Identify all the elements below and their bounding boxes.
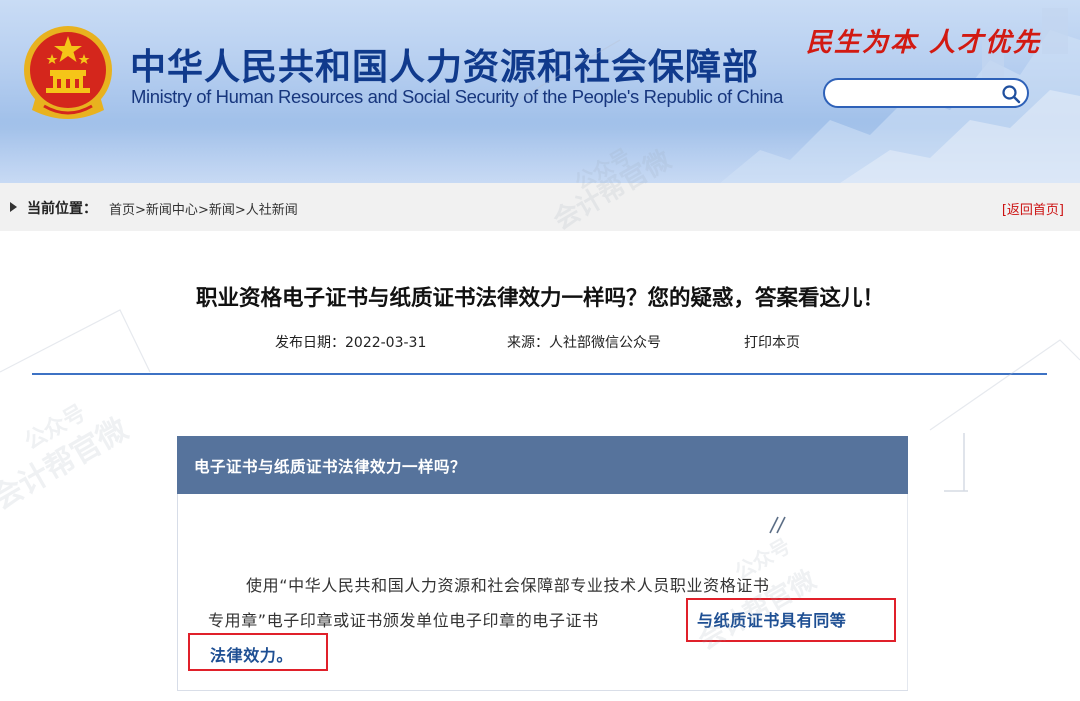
- breadcrumb-separator: >: [135, 203, 146, 218]
- site-subtitle: Ministry of Human Resources and Social S…: [131, 86, 783, 107]
- watermark-text: 公众号: [21, 401, 91, 456]
- question-banner: 电子证书与纸质证书法律效力一样吗？: [177, 436, 908, 494]
- question-text: 电子证书与纸质证书法律效力一样吗？: [194, 458, 467, 476]
- answer-text-line-2: 专用章”电子印章或证书颁发单位电子印章的电子证书: [208, 611, 599, 630]
- highlight-box-1: [686, 598, 896, 642]
- answer-box-bottom-border: [177, 690, 908, 691]
- breadcrumb-bar: 当前位置： 首页>新闻中心>新闻>人社新闻 [返回首页]: [0, 183, 1080, 231]
- breadcrumb-item-news[interactable]: 新闻: [209, 203, 235, 218]
- highlight-box-2: [188, 633, 328, 671]
- decorative-slash-icon: [769, 516, 786, 534]
- title-divider: [32, 373, 1047, 375]
- breadcrumb-separator: >: [197, 203, 209, 218]
- site-title: 中华人民共和国人力资源和社会保障部: [130, 47, 760, 88]
- search-icon[interactable]: [1001, 84, 1021, 104]
- print-page-link[interactable]: 打印本页: [744, 332, 800, 352]
- search-box: [823, 78, 1029, 108]
- decorative-bracket: [944, 433, 968, 492]
- breadcrumb: 首页>新闻中心>新闻>人社新闻: [109, 199, 298, 218]
- header-slogan: 民生为本 人才优先: [806, 28, 1042, 58]
- breadcrumb-separator: >: [234, 203, 246, 218]
- article-source: 来源：人社部微信公众号: [507, 335, 661, 351]
- breadcrumb-item-hrss-news[interactable]: 人社新闻: [246, 203, 298, 218]
- answer-text-line-1: 使用“中华人民共和国人力资源和社会保障部专业技术人员职业资格证书: [246, 576, 770, 595]
- back-home-link-wrap: [返回首页]: [1002, 199, 1064, 218]
- national-emblem-icon: [24, 26, 112, 119]
- breadcrumb-label: 当前位置：: [27, 201, 97, 217]
- article-title: 职业资格电子证书与纸质证书法律效力一样吗？您的疑惑，答案看这儿！: [195, 286, 884, 311]
- watermark-text: 会计帮官微: [0, 412, 134, 517]
- publish-date: 发布日期：2022-03-31: [275, 335, 427, 351]
- search-input[interactable]: [837, 83, 1001, 105]
- site-header: 中华人民共和国人力资源和社会保障部 Ministry of Human Reso…: [0, 0, 1080, 183]
- breadcrumb-item-home[interactable]: 首页: [109, 203, 135, 218]
- triangle-right-icon: [10, 202, 17, 212]
- back-home-link[interactable]: [返回首页]: [1002, 203, 1064, 218]
- breadcrumb-item-news-center[interactable]: 新闻中心: [146, 203, 198, 218]
